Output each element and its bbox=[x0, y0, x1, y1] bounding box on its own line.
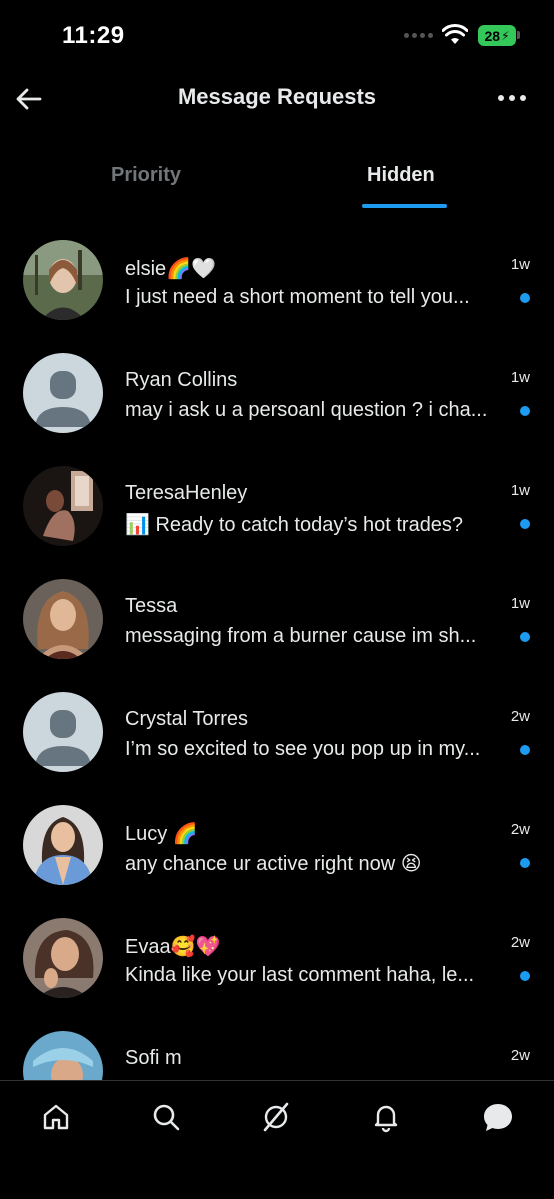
avatar bbox=[23, 1031, 103, 1080]
conversation-row[interactable]: TeresaHenley 📊 Ready to catch today’s ho… bbox=[0, 454, 554, 567]
conversation-row[interactable]: Evaa🥰💖 Kinda like your last comment haha… bbox=[0, 906, 554, 1019]
avatar bbox=[23, 918, 103, 998]
unread-indicator bbox=[520, 971, 530, 981]
conversation-row[interactable]: Crystal Torres I’m so excited to see you… bbox=[0, 680, 554, 793]
sender-name: Ryan Collins bbox=[125, 369, 238, 391]
avatar bbox=[23, 805, 103, 885]
unread-indicator bbox=[520, 293, 530, 303]
timestamp: 2w bbox=[510, 934, 530, 951]
home-icon[interactable] bbox=[38, 1099, 74, 1135]
timestamp: 1w bbox=[510, 482, 530, 499]
avatar bbox=[23, 240, 103, 320]
avatar bbox=[23, 466, 103, 546]
message-preview: Kinda like your last comment haha, le... bbox=[125, 964, 475, 986]
cellular-signal-icon bbox=[404, 33, 433, 38]
sender-name: Crystal Torres bbox=[125, 708, 248, 730]
conversation-list: elsie🌈🤍 I just need a short moment to te… bbox=[0, 228, 554, 1080]
sender-name: Evaa🥰💖 bbox=[125, 936, 221, 958]
timestamp: 2w bbox=[510, 708, 530, 725]
conversation-row[interactable]: Lucy 🌈 any chance ur active right now 😫 … bbox=[0, 793, 554, 906]
bottom-nav bbox=[0, 1080, 554, 1199]
unread-indicator bbox=[520, 632, 530, 642]
tab-hidden[interactable]: Hidden bbox=[367, 164, 435, 187]
unread-indicator bbox=[520, 745, 530, 755]
unread-indicator bbox=[520, 858, 530, 868]
timestamp: 1w bbox=[510, 369, 530, 386]
messages-icon[interactable] bbox=[480, 1099, 516, 1135]
active-tab-indicator bbox=[362, 204, 447, 208]
header: Message Requests bbox=[0, 70, 554, 130]
timestamp: 1w bbox=[510, 256, 530, 273]
grok-icon[interactable] bbox=[258, 1099, 294, 1135]
conversation-row[interactable]: elsie🌈🤍 I just need a short moment to te… bbox=[0, 228, 554, 341]
status-bar: 11:29 28 ⚡ bbox=[0, 0, 554, 70]
conversation-row[interactable]: Tessa messaging from a burner cause im s… bbox=[0, 567, 554, 680]
more-horizontal-icon[interactable] bbox=[498, 90, 530, 106]
unread-indicator bbox=[520, 519, 530, 529]
sender-name: Sofi m bbox=[125, 1047, 182, 1069]
default-avatar-icon bbox=[23, 353, 103, 433]
message-preview: any chance ur active right now 😫 bbox=[125, 853, 422, 875]
sender-name: Tessa bbox=[125, 595, 178, 617]
status-time: 11:29 bbox=[62, 22, 125, 49]
page-title: Message Requests bbox=[177, 84, 377, 109]
tab-bar: Priority Hidden bbox=[0, 148, 554, 210]
default-avatar-icon bbox=[23, 692, 103, 772]
timestamp: 1w bbox=[510, 595, 530, 612]
avatar bbox=[23, 579, 103, 659]
message-preview: I’m so excited to see you pop up in my..… bbox=[125, 738, 481, 760]
battery-cap bbox=[517, 31, 520, 39]
message-preview: messaging from a burner cause im sh... bbox=[125, 625, 477, 647]
message-preview: I just need a short moment to tell you..… bbox=[125, 286, 470, 308]
bell-icon[interactable] bbox=[368, 1099, 404, 1135]
tab-priority[interactable]: Priority bbox=[111, 164, 181, 187]
sender-name: Lucy 🌈 bbox=[125, 823, 198, 845]
message-preview: may i ask u a persoanl question ? i cha.… bbox=[125, 399, 488, 421]
unread-indicator bbox=[520, 406, 530, 416]
message-preview: 📊 Ready to catch today’s hot trades? bbox=[125, 514, 464, 536]
search-icon[interactable] bbox=[148, 1099, 184, 1135]
timestamp: 2w bbox=[510, 1047, 530, 1064]
sender-name: TeresaHenley bbox=[125, 482, 248, 504]
wifi-icon bbox=[442, 24, 468, 44]
conversation-row[interactable]: Sofi m 2w bbox=[0, 1019, 554, 1080]
timestamp: 2w bbox=[510, 821, 530, 838]
battery-level: 28 bbox=[484, 27, 501, 44]
sender-name: elsie🌈🤍 bbox=[125, 258, 216, 280]
charging-bolt-icon: ⚡ bbox=[501, 28, 510, 43]
conversation-row[interactable]: Ryan Collins may i ask u a persoanl ques… bbox=[0, 341, 554, 454]
battery-indicator: 28 ⚡ bbox=[478, 25, 516, 46]
